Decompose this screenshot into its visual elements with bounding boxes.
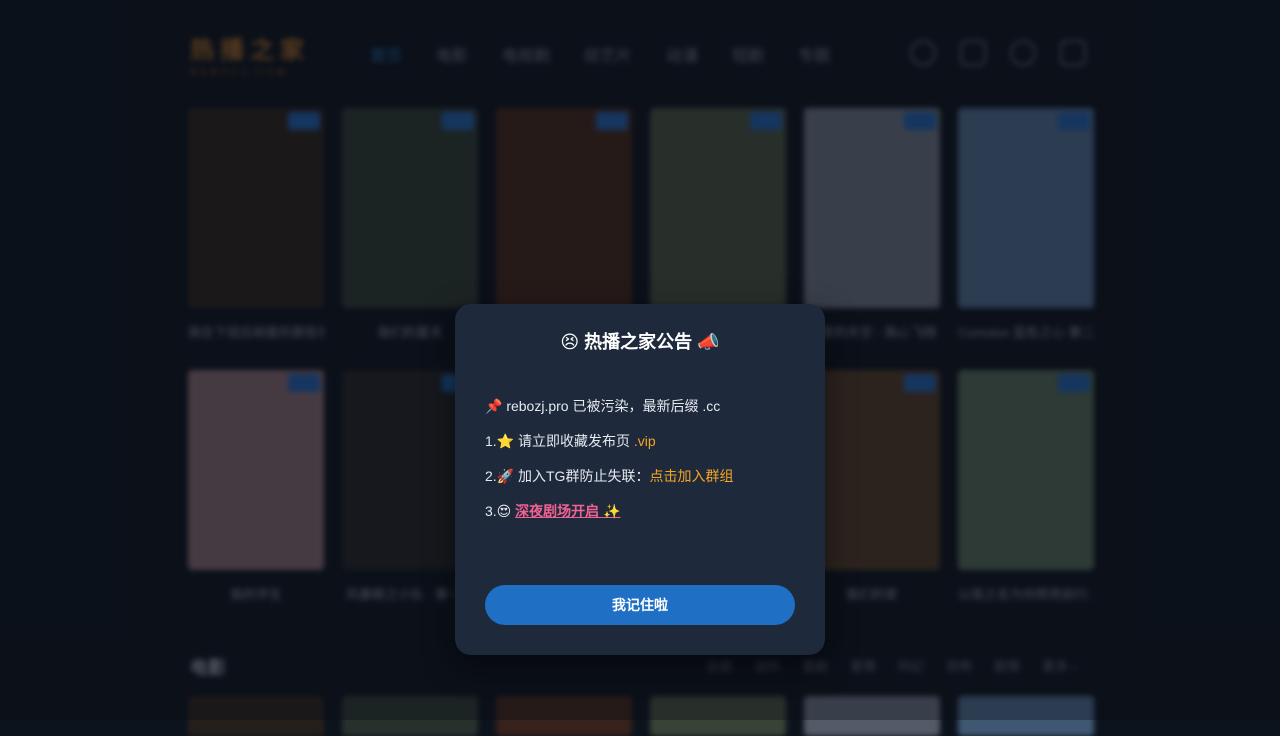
- announcement-modal: 😣 热播之家公告 📣 📌 rebozj.pro 已被污染，最新后缀 .cc 1.…: [455, 304, 825, 655]
- modal-body: 📌 rebozj.pro 已被污染，最新后缀 .cc 1.⭐ 请立即收藏发布页 …: [485, 396, 805, 536]
- domain-notice-text: rebozj.pro 已被污染，最新后缀 .cc: [502, 398, 721, 414]
- late-night-theater-link[interactable]: 深夜剧场开启 ✨: [515, 503, 620, 519]
- announcement-line-2: 2.🚀 加入TG群防止失联：点击加入群组: [485, 466, 805, 501]
- confirm-button[interactable]: 我记住啦: [485, 585, 795, 625]
- announcement-line-1: 1.⭐ 请立即收藏发布页 .vip: [485, 431, 805, 466]
- vip-domain-link[interactable]: .vip: [634, 433, 656, 449]
- announcement-line-3: 3.😍 深夜剧场开启 ✨: [485, 501, 805, 536]
- join-group-link[interactable]: 点击加入群组: [649, 468, 733, 484]
- late-night-prefix: 3.😍: [485, 503, 516, 519]
- modal-title: 😣 热播之家公告 📣: [560, 332, 720, 352]
- announcement-line-domain: 📌 rebozj.pro 已被污染，最新后缀 .cc: [485, 396, 805, 431]
- tg-notice-text: 2.🚀 加入TG群防止失联：: [485, 468, 650, 484]
- pin-icon: 📌: [485, 399, 503, 415]
- bookmark-notice-text: 1.⭐ 请立即收藏发布页: [485, 433, 634, 449]
